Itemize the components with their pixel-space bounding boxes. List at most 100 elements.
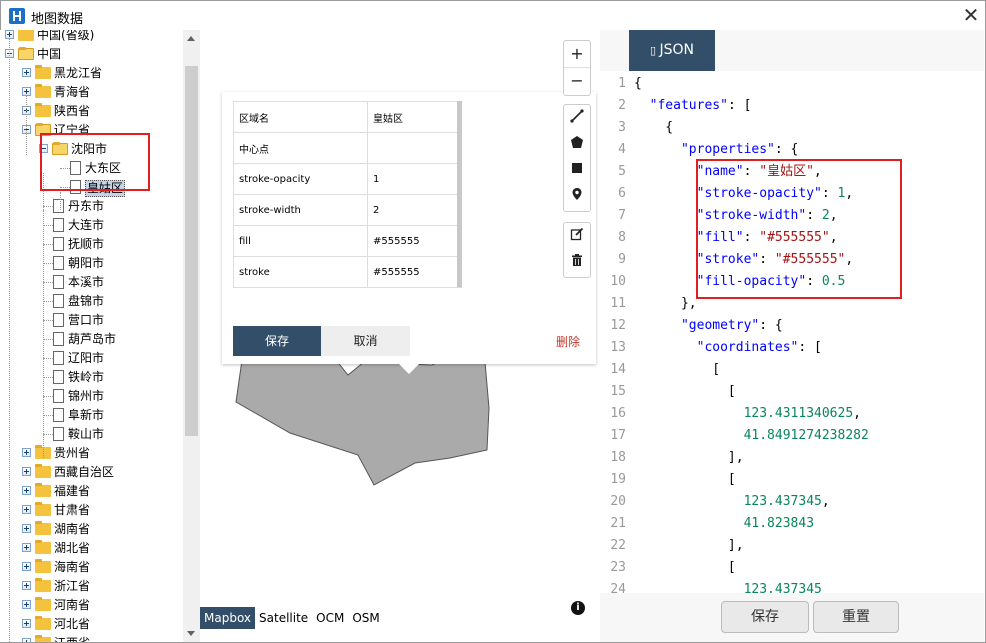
property-key: 区域名 [233, 101, 368, 133]
tree-item[interactable]: 贵州省 [0, 444, 183, 463]
zoom-out-icon[interactable]: − [564, 67, 590, 94]
property-value[interactable] [367, 132, 462, 164]
json-reset-button[interactable]: 重置 [813, 601, 899, 633]
file-icon [53, 332, 64, 346]
layer-option[interactable]: Mapbox [200, 607, 256, 629]
tree-item[interactable]: 抚顺市 [0, 235, 183, 254]
file-icon [53, 427, 64, 441]
expand-icon[interactable] [22, 524, 31, 533]
draw-line-icon[interactable] [564, 105, 590, 131]
tree-item[interactable]: 鞍山市 [0, 425, 183, 444]
zoom-in-icon[interactable]: + [564, 41, 590, 67]
expand-icon[interactable] [22, 505, 31, 514]
properties-scrollbar[interactable] [457, 101, 462, 287]
tree-item[interactable]: 青海省 [0, 83, 183, 102]
tree-connector [26, 95, 27, 155]
expand-icon[interactable] [22, 68, 31, 77]
tree-item[interactable]: 西藏自治区 [0, 463, 183, 482]
tree-item-label: 黑龙江省 [54, 66, 103, 80]
tree-item-label: 锦州市 [68, 389, 105, 403]
tree-item[interactable]: 湖南省 [0, 520, 183, 539]
code-text: "geometry": { [680, 318, 783, 333]
tree-item-label: 鞍山市 [68, 427, 105, 441]
window-title: 地图数据 [31, 12, 84, 27]
expand-icon[interactable] [22, 600, 31, 609]
tree-item[interactable]: 福建省 [0, 482, 183, 501]
expand-icon[interactable] [22, 543, 31, 552]
tree-item[interactable]: 湖北省 [0, 539, 183, 558]
tree-item[interactable]: 陕西省 [0, 102, 183, 121]
tab-json-label: JSON [659, 42, 695, 58]
tree-item[interactable]: 河南省 [0, 596, 183, 615]
tree-item[interactable]: 甘肃省 [0, 501, 183, 520]
expand-icon[interactable] [22, 562, 31, 571]
property-value[interactable]: 皇姑区 [367, 101, 462, 133]
property-value[interactable]: #555555 [367, 256, 462, 288]
tree-item[interactable]: 大连市 [0, 216, 183, 235]
info-icon[interactable]: i [571, 601, 585, 615]
tree-connector [43, 339, 53, 340]
file-icon [53, 237, 64, 251]
scroll-down-icon[interactable] [183, 625, 200, 642]
layer-option[interactable]: OSM [348, 607, 383, 629]
tree-item[interactable]: 丹东市 [0, 197, 183, 216]
tree-item[interactable]: 锦州市 [0, 387, 183, 406]
tree-item[interactable]: 营口市 [0, 311, 183, 330]
line-number: 21 [610, 516, 626, 531]
draw-marker-icon[interactable] [564, 183, 590, 209]
code-line: 4 "properties": { [600, 139, 798, 161]
tree-item[interactable]: 本溪市 [0, 273, 183, 292]
tree-item[interactable]: 海南省 [0, 558, 183, 577]
line-number: 19 [610, 472, 626, 487]
property-value[interactable]: 1 [367, 163, 462, 195]
tree-item[interactable]: 铁岭市 [0, 368, 183, 387]
file-icon [53, 294, 64, 308]
tree-item[interactable]: 盘锦市 [0, 292, 183, 311]
layer-option[interactable]: Satellite [255, 607, 312, 629]
layer-option[interactable]: OCM [312, 607, 348, 629]
trash-icon[interactable] [564, 249, 590, 275]
scroll-thumb[interactable] [185, 66, 198, 436]
scroll-up-icon[interactable] [183, 30, 200, 47]
expand-icon[interactable] [22, 581, 31, 590]
property-value[interactable]: 2 [367, 194, 462, 226]
tree-item[interactable]: 阜新市 [0, 406, 183, 425]
draw-polygon-icon[interactable] [564, 131, 590, 157]
tree-item[interactable]: 中国(省级) [0, 30, 183, 45]
popup-cancel-button[interactable]: 取消 [321, 326, 410, 356]
edit-icon[interactable] [564, 223, 590, 249]
json-save-button[interactable]: 保存 [721, 601, 809, 633]
tree-connector [43, 377, 53, 378]
tree-item[interactable]: 江西省 [0, 634, 183, 642]
line-number: 14 [610, 362, 626, 377]
code-line: 23 [ [600, 557, 735, 579]
tree-item[interactable]: 朝阳市 [0, 254, 183, 273]
popup-save-button[interactable]: 保存 [233, 326, 321, 356]
expand-icon[interactable] [22, 486, 31, 495]
json-editor[interactable]: 1{2 "features": [3 {4 "properties": {5 "… [600, 71, 984, 593]
property-value[interactable]: #555555 [367, 225, 462, 257]
expand-icon[interactable] [22, 638, 31, 642]
tree-item[interactable]: 中国 [0, 45, 183, 64]
tree-item-label: 丹东市 [68, 199, 105, 213]
expand-icon[interactable] [22, 448, 31, 457]
tree-scrollbar[interactable] [183, 30, 200, 642]
draw-rectangle-icon[interactable] [564, 157, 590, 183]
code-text: ], [634, 538, 744, 553]
tab-json[interactable]: ▯ JSON [629, 30, 715, 71]
popup-delete-button[interactable]: 删除 [556, 333, 580, 350]
property-row: stroke-opacity 1 [233, 163, 462, 195]
code-text: }, [634, 296, 697, 311]
tree-item-label: 河北省 [54, 617, 91, 631]
tree-item[interactable]: 黑龙江省 [0, 64, 183, 83]
close-icon[interactable]: ✕ [959, 3, 983, 27]
district-polygon[interactable] [235, 347, 490, 486]
expand-icon[interactable] [22, 619, 31, 628]
tree-item[interactable]: 河北省 [0, 615, 183, 634]
tree-item[interactable]: 葫芦岛市 [0, 330, 183, 349]
tree-item[interactable]: 浙江省 [0, 577, 183, 596]
expand-icon[interactable] [22, 467, 31, 476]
tree-item-label: 朝阳市 [68, 256, 105, 270]
code-text: { [634, 76, 642, 91]
tree-item[interactable]: 辽阳市 [0, 349, 183, 368]
